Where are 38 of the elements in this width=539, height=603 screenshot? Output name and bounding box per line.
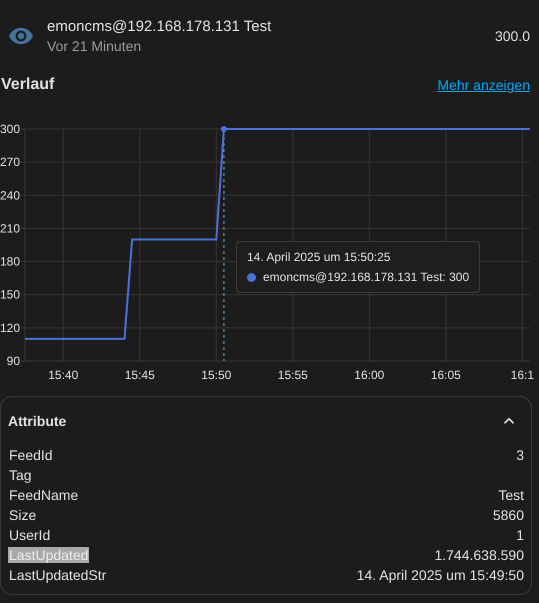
x-axis-label: 15:50 <box>201 368 232 382</box>
attribute-name: FeedId <box>8 447 54 463</box>
y-axis-label: 180 <box>0 254 20 269</box>
x-axis-label: 16:00 <box>354 368 384 382</box>
y-axis-label: 300 <box>0 122 20 136</box>
section-title: Verlauf <box>1 76 54 94</box>
y-axis-label: 90 <box>6 354 20 368</box>
entity-state: 300.0 <box>494 28 530 44</box>
attribute-value: Test <box>498 487 524 503</box>
y-axis-label: 270 <box>0 155 20 170</box>
y-axis-label: 120 <box>0 320 20 335</box>
attribute-name: UserId <box>8 527 52 543</box>
x-axis-label: 15:55 <box>278 368 308 382</box>
x-axis-label: 16:1 <box>510 368 534 382</box>
entity-name: emoncms@192.168.178.131 Test <box>47 18 272 35</box>
x-axis-label: 15:45 <box>124 368 155 382</box>
tooltip-value: : 300 <box>442 270 470 284</box>
series-name: emoncms@192.168.178.131 Test <box>263 270 442 284</box>
attribute-name: LastUpdated <box>8 547 90 563</box>
attribute-name: Size <box>8 507 38 523</box>
attribute-value: 1 <box>516 527 524 543</box>
attribute-name: FeedName <box>8 487 80 503</box>
y-axis-label: 150 <box>0 288 20 302</box>
last-changed: Vor 21 Minuten <box>47 38 142 54</box>
data-point <box>220 126 227 132</box>
section-title: Attribute <box>8 413 66 429</box>
attribute-value: 1.744.638.590 <box>434 547 524 563</box>
y-axis-label: 210 <box>0 221 20 236</box>
x-axis-label: 16:05 <box>430 368 461 382</box>
x-axis-label: 15:40 <box>48 368 78 382</box>
attribute-value: 14. April 2025 um 15:49:50 <box>356 567 524 583</box>
attribute-value: 3 <box>516 447 524 463</box>
y-axis-label: 240 <box>0 188 20 202</box>
tooltip-title: 14. April 2025 um 15:50:25 <box>247 250 392 264</box>
attribute-name: Tag <box>8 467 33 483</box>
attribute-value: 5860 <box>492 507 524 523</box>
show-more-link[interactable]: Mehr anzeigen <box>437 77 530 93</box>
attribute-name: LastUpdatedStr <box>8 567 108 583</box>
